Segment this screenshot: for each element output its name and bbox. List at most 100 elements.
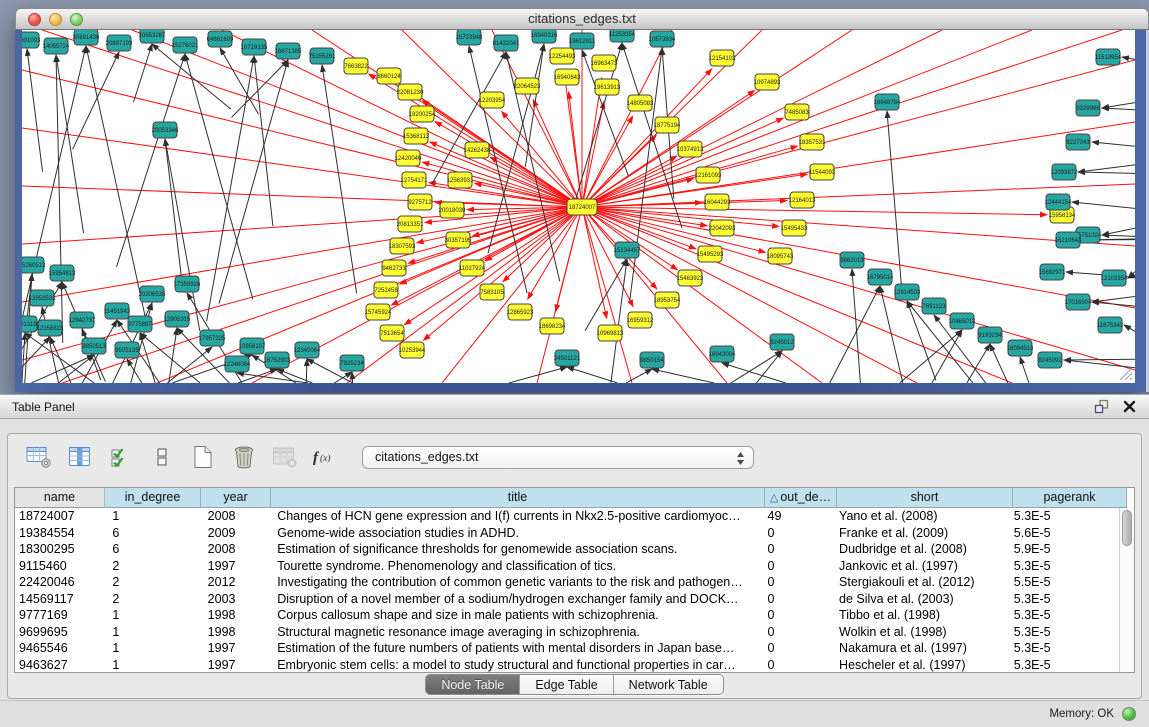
- graph-node[interactable]: 30691436: [73, 30, 100, 45]
- graph-node[interactable]: 12754171: [401, 172, 428, 188]
- table-selector-dropdown[interactable]: citations_edges.txt: [362, 446, 754, 469]
- table-row[interactable]: 1872400712008Changes of HCN gene express…: [15, 508, 1119, 525]
- new-table-button[interactable]: [188, 442, 218, 472]
- table-cell[interactable]: 5.3E-5: [1006, 640, 1119, 657]
- graph-node[interactable]: 18095743: [767, 248, 794, 264]
- table-cell[interactable]: 1998: [200, 624, 270, 641]
- graph-node[interactable]: 9505135: [115, 342, 139, 358]
- table-row[interactable]: 946554611997Estimation of the future num…: [15, 640, 1119, 657]
- graph-node[interactable]: 10374913: [677, 141, 704, 157]
- table-cell[interactable]: 0: [760, 607, 832, 624]
- table-row[interactable]: 969969511998Structural magnetic resonanc…: [15, 624, 1119, 641]
- table-cell[interactable]: 22420046: [15, 574, 104, 591]
- table-cell[interactable]: Investigating the contribution of common…: [269, 574, 759, 591]
- graph-node[interactable]: 14055724: [43, 38, 70, 54]
- table-cell[interactable]: Disruption of a novel member of a sodium…: [269, 591, 759, 608]
- graph-node[interactable]: 16795014: [867, 269, 894, 285]
- table-cell[interactable]: 5.3E-5: [1006, 624, 1119, 641]
- graph-node[interactable]: 15723948: [456, 30, 483, 45]
- graph-node[interactable]: 9391319: [22, 316, 37, 332]
- graph-node[interactable]: 14262438: [464, 142, 491, 158]
- graph-node[interactable]: 81432041: [493, 35, 520, 51]
- table-cell[interactable]: 1: [104, 657, 199, 674]
- close-button[interactable]: [28, 13, 41, 26]
- graph-node[interactable]: 12246064: [224, 356, 251, 372]
- table-cell[interactable]: 19384554: [15, 525, 104, 542]
- graph-node[interactable]: 22064523: [514, 78, 541, 94]
- graph-node[interactable]: 15495433: [781, 220, 808, 236]
- table-cell[interactable]: 2: [104, 574, 199, 591]
- table-cell[interactable]: 0: [760, 591, 832, 608]
- graph-node[interactable]: 9193234: [978, 327, 1002, 343]
- graph-node[interactable]: 9245092: [1038, 352, 1062, 368]
- table-cell[interactable]: 9465546: [15, 640, 104, 657]
- table-cell[interactable]: 2008: [200, 541, 270, 558]
- network-canvas[interactable]: 2063109314055724306914362089719310653287…: [22, 30, 1135, 383]
- tab-edge-table[interactable]: Edge Table: [519, 675, 612, 694]
- graph-node[interactable]: 20018039: [439, 202, 466, 218]
- graph-node[interactable]: 15134457: [614, 242, 641, 258]
- table-cell[interactable]: Genome-wide association studies in ADHD.: [269, 525, 759, 542]
- table-cell[interactable]: 2008: [200, 508, 270, 525]
- table-row[interactable]: 911546021997Tourette syndrome. Phenomeno…: [15, 558, 1119, 575]
- table-cell[interactable]: 5.9E-5: [1006, 541, 1119, 558]
- table-row[interactable]: 1456911722003Disruption of a novel membe…: [15, 591, 1119, 608]
- tab-network-table[interactable]: Network Table: [613, 675, 723, 694]
- graph-node[interactable]: 11675343: [1097, 317, 1124, 333]
- table-cell[interactable]: de Silva et al. (2003): [831, 591, 1006, 608]
- scrollbar-thumb[interactable]: [1122, 510, 1132, 546]
- graph-node[interactable]: 18953754: [654, 292, 681, 308]
- table-cell[interactable]: 6: [104, 541, 199, 558]
- table-cell[interactable]: 14569117: [15, 591, 104, 608]
- table-cell[interactable]: 0: [760, 525, 832, 542]
- table-cell[interactable]: 5.5E-5: [1006, 574, 1119, 591]
- table-cell[interactable]: 49: [760, 508, 832, 525]
- table-cell[interactable]: Jankovic et al. (1997): [831, 558, 1006, 575]
- table-cell[interactable]: 9115460: [15, 558, 104, 575]
- graph-node[interactable]: 16648784: [874, 94, 901, 110]
- table-cell[interactable]: Hescheler et al. (1997): [831, 657, 1006, 674]
- row-height-button[interactable]: [147, 442, 177, 472]
- graph-node[interactable]: 15745924: [365, 304, 392, 320]
- table-cell[interactable]: 5.3E-5: [1006, 508, 1119, 525]
- graph-node[interactable]: 16094513: [1007, 340, 1034, 356]
- table-row[interactable]: 1938455462009Genome-wide association stu…: [15, 525, 1119, 542]
- table-cell[interactable]: 1: [104, 624, 199, 641]
- table-cell[interactable]: Franke et al. (2009): [831, 525, 1006, 542]
- graph-node[interactable]: 17359926: [174, 276, 201, 292]
- delete-table-button[interactable]: [270, 442, 300, 472]
- table-cell[interactable]: 1997: [200, 558, 270, 575]
- graph-node[interactable]: 10969813: [597, 325, 624, 341]
- graph-node[interactable]: 7513654: [380, 325, 404, 341]
- graph-node[interactable]: 10974893: [754, 74, 781, 90]
- graph-node[interactable]: 12420046: [395, 150, 422, 166]
- column-header-in_degree[interactable]: in_degree: [105, 488, 201, 508]
- graph-node[interactable]: 7252458: [374, 282, 398, 298]
- zoom-button[interactable]: [70, 13, 83, 26]
- graph-node[interactable]: 12103354: [1101, 270, 1128, 286]
- graph-node[interactable]: 20053346: [152, 122, 179, 138]
- graph-node[interactable]: 24501121: [554, 350, 581, 366]
- graph-node[interactable]: 16959312: [627, 312, 654, 328]
- table-cell[interactable]: 1: [104, 640, 199, 657]
- graph-node[interactable]: 12444154: [1045, 194, 1072, 210]
- table-row[interactable]: 1830029562008Estimation of significance …: [15, 541, 1119, 558]
- graph-node[interactable]: 15368113: [403, 128, 430, 144]
- graph-node[interactable]: 10653287: [139, 30, 166, 43]
- table-settings-button[interactable]: [24, 442, 54, 472]
- table-cell[interactable]: 0: [760, 624, 832, 641]
- table-row[interactable]: 946362711997Embryonic stem cells: a mode…: [15, 657, 1119, 674]
- table-cell[interactable]: 18724007: [15, 508, 104, 525]
- graph-node[interactable]: 9862019: [840, 252, 864, 268]
- table-cell[interactable]: 1: [104, 607, 199, 624]
- resize-grip[interactable]: [1117, 365, 1133, 381]
- float-panel-icon[interactable]: [1093, 399, 1109, 415]
- table-cell[interactable]: 5.3E-5: [1006, 657, 1119, 674]
- table-cell[interactable]: 1997: [200, 657, 270, 674]
- graph-node[interactable]: 7663822: [344, 58, 368, 74]
- graph-node[interactable]: 9275712: [408, 194, 432, 210]
- graph-node[interactable]: 10465013: [949, 313, 976, 329]
- graph-node[interactable]: 12093872: [1051, 164, 1078, 180]
- table-cell[interactable]: Nakamura et al. (1997): [831, 640, 1006, 657]
- graph-node[interactable]: 8850513: [82, 338, 106, 354]
